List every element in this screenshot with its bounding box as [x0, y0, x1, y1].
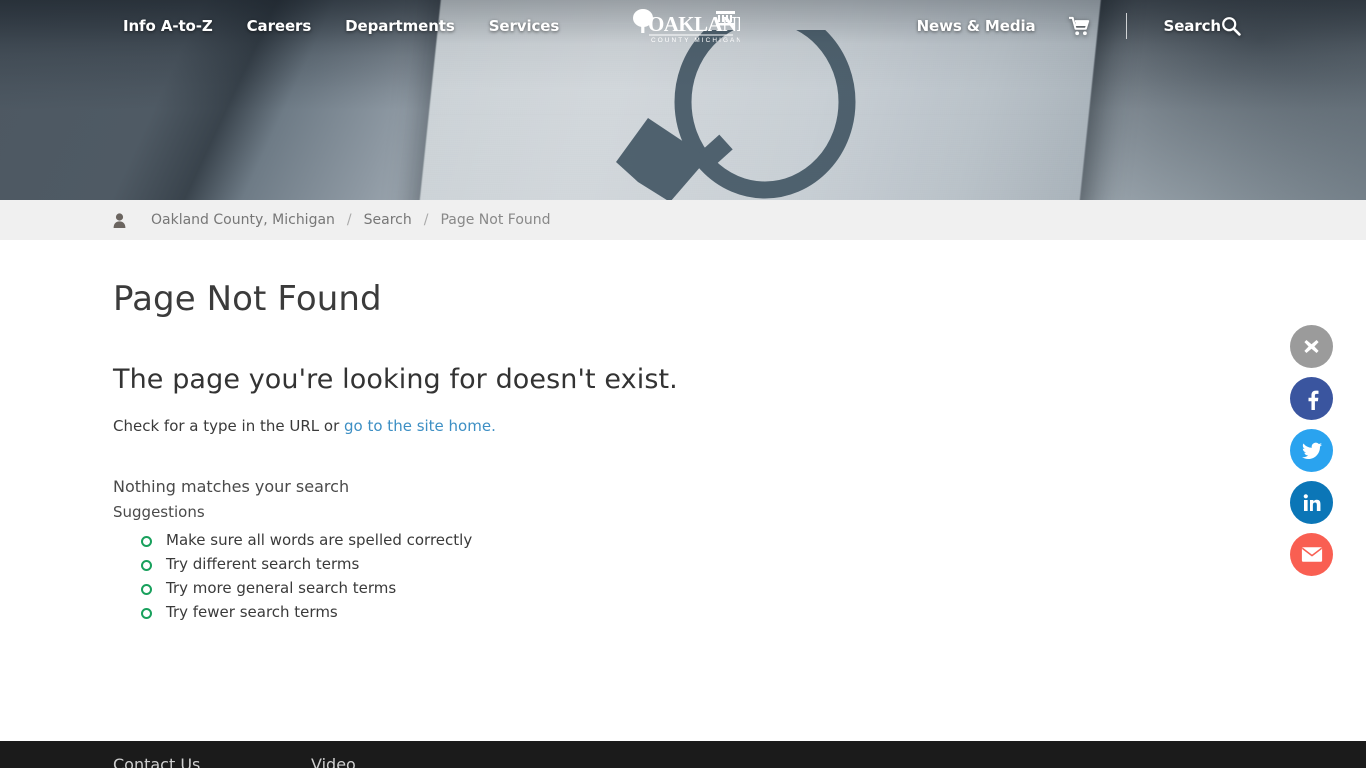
nav-careers[interactable]: Careers — [247, 17, 312, 35]
email-share-button[interactable] — [1290, 533, 1333, 576]
breadcrumb-home[interactable]: Oakland County, Michigan — [151, 212, 335, 228]
list-item: Try different search terms — [139, 552, 1366, 576]
breadcrumb: Oakland County, Michigan / Search / Page… — [0, 200, 1366, 240]
main-content: Page Not Found The page you're looking f… — [0, 240, 1366, 741]
nav-divider — [1125, 13, 1127, 39]
footer-video[interactable]: Video — [311, 755, 356, 768]
twitter-icon — [1301, 442, 1322, 459]
user-icon — [113, 212, 126, 228]
nav-left-group: Info A-to-Z Careers Departments Services — [123, 17, 559, 35]
nav-departments[interactable]: Departments — [345, 17, 455, 35]
linkedin-icon — [1303, 493, 1320, 511]
suggestions-list: Make sure all words are spelled correctl… — [113, 528, 1366, 624]
list-item: Try fewer search terms — [139, 600, 1366, 624]
list-item: Make sure all words are spelled correctl… — [139, 528, 1366, 552]
no-match-text: Nothing matches your search — [113, 477, 350, 497]
nav-right-group: News & Media Search — [917, 0, 1366, 52]
close-share-button[interactable] — [1290, 325, 1333, 368]
twitter-share-button[interactable] — [1290, 429, 1333, 472]
list-item: Try more general search terms — [139, 576, 1366, 600]
svg-text:COUNTY MICHIGAN: COUNTY MICHIGAN — [651, 37, 740, 44]
shopping-cart-icon[interactable] — [1068, 16, 1090, 36]
linkedin-share-button[interactable] — [1290, 481, 1333, 524]
nav-news-media[interactable]: News & Media — [917, 17, 1036, 35]
error-sub-heading: The page you're looking for doesn't exis… — [113, 364, 678, 396]
suggestions-label: Suggestions — [113, 503, 205, 522]
nav-services[interactable]: Services — [489, 17, 560, 35]
facebook-share-button[interactable] — [1290, 377, 1333, 420]
hero-banner: Info A-to-Z Careers Departments Services… — [0, 0, 1366, 200]
breadcrumb-search[interactable]: Search — [364, 212, 412, 228]
oakland-county-logo[interactable]: OAKLAND COUNTY MICHIGAN — [628, 6, 752, 44]
nav-search-label[interactable]: Search — [1164, 17, 1222, 35]
email-icon — [1301, 547, 1322, 562]
main-navigation: Info A-to-Z Careers Departments Services… — [0, 0, 1366, 52]
breadcrumb-separator: / — [423, 212, 429, 228]
footer-contact-us[interactable]: Contact Us — [113, 755, 200, 768]
social-share-rail — [1290, 325, 1333, 576]
facebook-icon — [1308, 390, 1318, 410]
check-url-prefix: Check for a type in the URL or — [113, 417, 345, 436]
breadcrumb-current: Page Not Found — [440, 212, 551, 228]
site-home-link[interactable]: go to the site home. — [344, 417, 496, 435]
search-icon[interactable] — [1221, 16, 1241, 36]
check-url-text: Check for a type in the URL or go to the… — [113, 417, 1366, 435]
close-icon — [1304, 340, 1319, 353]
svg-text:OAKLAND: OAKLAND — [648, 12, 740, 36]
site-footer: Contact Us Video — [0, 741, 1366, 768]
breadcrumb-separator: / — [346, 212, 352, 228]
nav-info-a-to-z[interactable]: Info A-to-Z — [123, 17, 213, 35]
page-title: Page Not Found — [113, 279, 382, 319]
